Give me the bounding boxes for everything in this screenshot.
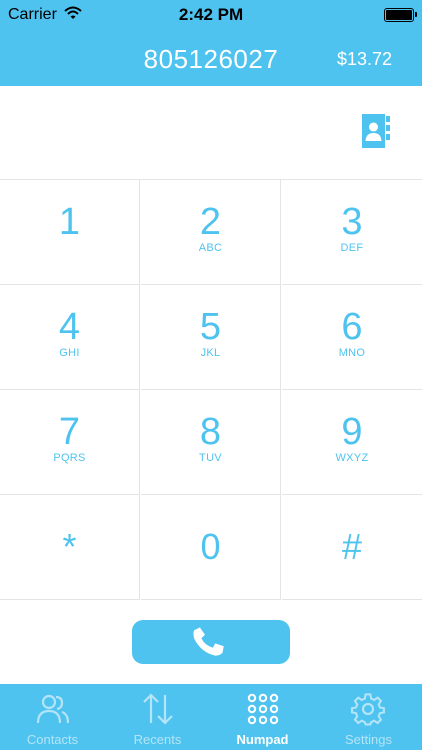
tab-label: Contacts — [26, 732, 79, 747]
key-5[interactable]: 5 JKL — [141, 285, 281, 390]
key-digit: 5 — [199, 306, 222, 348]
key-8[interactable]: 8 TUV — [141, 390, 281, 495]
key-1[interactable]: 1 — [0, 180, 140, 285]
key-letters: MNO — [338, 347, 366, 359]
key-letters: DEF — [340, 242, 364, 254]
key-digit: 2 — [199, 201, 222, 243]
number-display-area — [0, 86, 422, 180]
tab-bar: Contacts Recents Numpad Settings — [0, 684, 422, 750]
call-button[interactable] — [132, 620, 290, 664]
contact-book-icon[interactable] — [362, 114, 390, 148]
key-6[interactable]: 6 MNO — [282, 285, 422, 390]
account-balance: $13.72 — [336, 49, 392, 69]
numpad-icon — [247, 693, 279, 725]
key-7[interactable]: 7 PQRS — [0, 390, 140, 495]
key-letters: WXYZ — [335, 452, 369, 464]
tab-numpad[interactable]: Numpad — [210, 684, 315, 750]
status-time: 2:42 PM — [178, 5, 244, 24]
tab-label: Recents — [133, 732, 182, 747]
key-letters: TUV — [199, 452, 222, 464]
key-digit: 7 — [58, 411, 81, 453]
contacts-icon — [36, 694, 70, 724]
tab-contacts[interactable]: Contacts — [0, 684, 105, 750]
key-digit: 0 — [200, 526, 221, 567]
key-digit: # — [341, 526, 363, 567]
key-hash[interactable]: # — [282, 495, 422, 600]
header: 805126027 $13.72 — [0, 30, 422, 86]
key-star[interactable]: * — [0, 495, 140, 600]
tab-settings[interactable]: Settings — [315, 684, 422, 750]
key-3[interactable]: 3 DEF — [282, 180, 422, 285]
key-letters: ABC — [198, 242, 223, 254]
key-digit: * — [62, 526, 77, 567]
key-digit: 1 — [58, 201, 81, 243]
numpad: 1 2 ABC 3 DEF 4 GHI 5 JKL 6 MNO 7 PQRS 8… — [0, 180, 422, 600]
key-digit: 4 — [58, 306, 81, 348]
tab-recents[interactable]: Recents — [105, 684, 210, 750]
recents-icon — [143, 693, 173, 725]
key-digit: 3 — [341, 201, 363, 243]
battery-icon — [384, 8, 417, 22]
key-digit: 8 — [199, 411, 222, 453]
key-digit: 9 — [341, 411, 363, 453]
phone-icon — [193, 627, 224, 656]
key-letters: PQRS — [53, 452, 86, 464]
key-letters: JKL — [200, 347, 221, 359]
tab-label: Numpad — [236, 732, 289, 747]
status-bar: Carrier 2:42 PM — [0, 0, 422, 30]
key-2[interactable]: 2 ABC — [141, 180, 281, 285]
key-0[interactable]: 0 — [141, 495, 281, 600]
call-area — [0, 600, 422, 684]
key-letters: GHI — [59, 347, 80, 359]
key-4[interactable]: 4 GHI — [0, 285, 140, 390]
key-digit: 6 — [341, 306, 363, 348]
tab-label: Settings — [345, 732, 392, 747]
settings-icon — [350, 693, 385, 726]
key-9[interactable]: 9 WXYZ — [282, 390, 422, 495]
